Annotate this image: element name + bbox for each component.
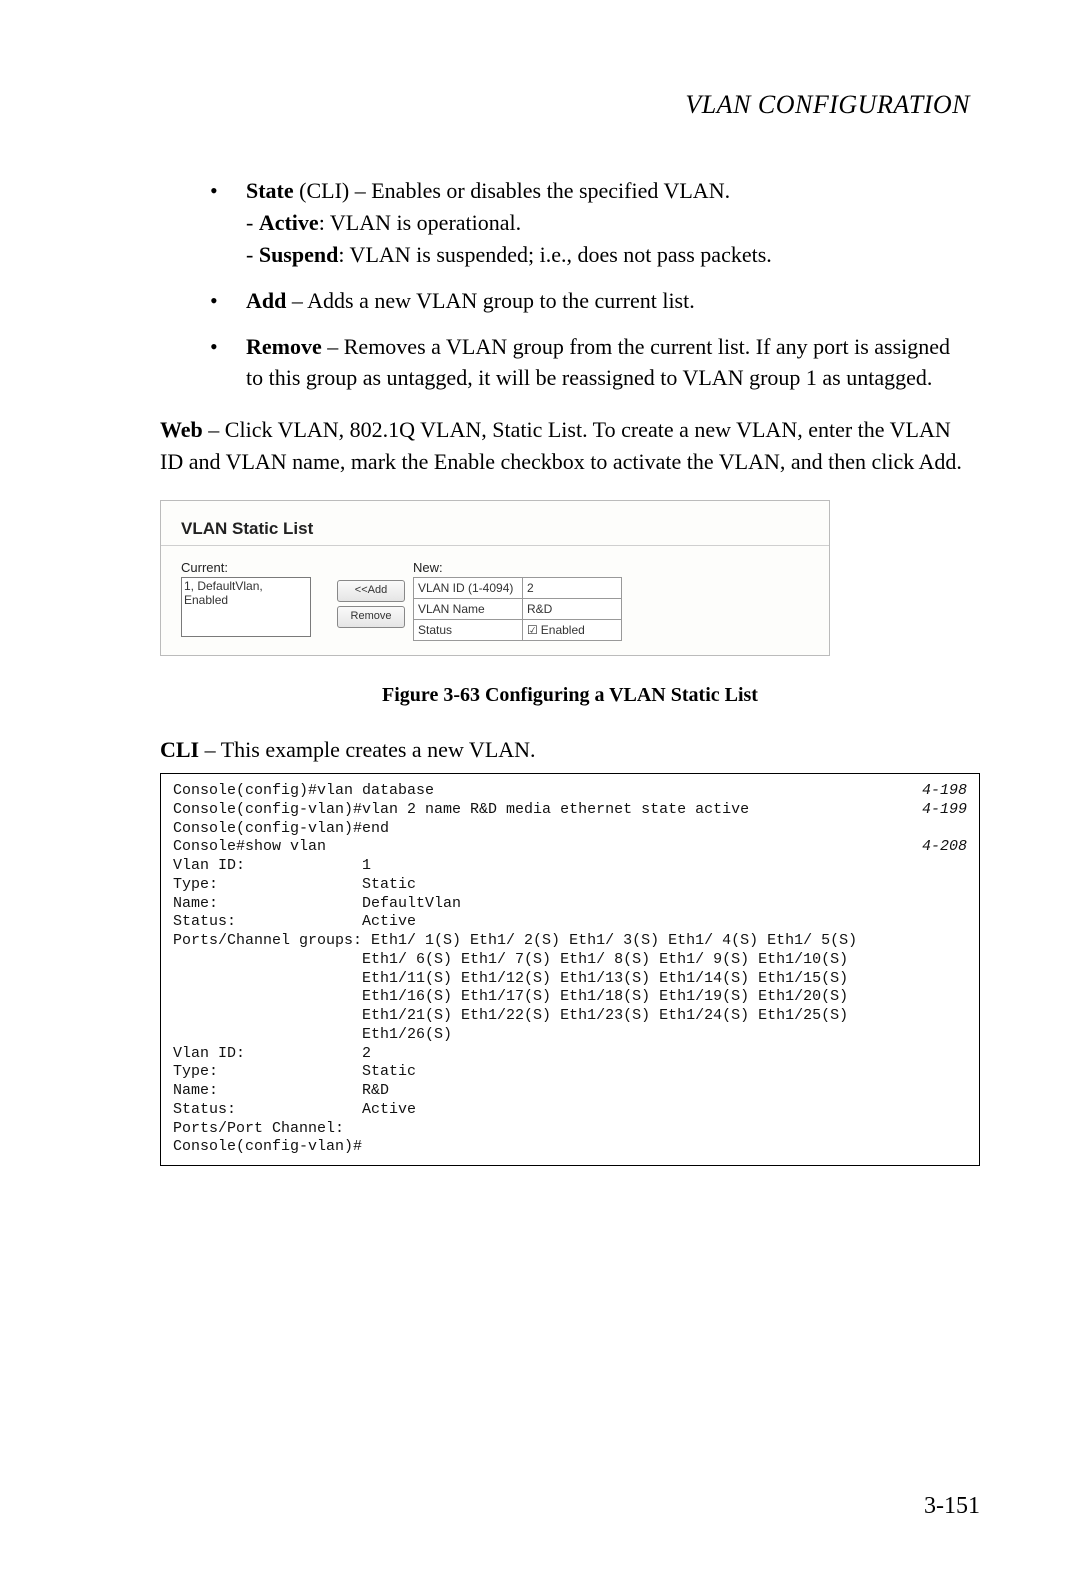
figure-title: VLAN Static List (181, 519, 809, 539)
remove-term: Remove (246, 334, 322, 359)
cli-lead: CLI (160, 737, 199, 762)
new-label: New: (413, 560, 809, 575)
cli-line: Console#show vlan (173, 838, 897, 857)
description-list: State (CLI) – Enables or disables the sp… (160, 175, 980, 394)
current-listbox[interactable]: 1, DefaultVlan, Enabled (181, 577, 311, 637)
cli-line: Eth1/ 6(S) Eth1/ 7(S) Eth1/ 8(S) Eth1/ 9… (173, 951, 967, 970)
cli-line: Eth1/26(S) (173, 1026, 967, 1045)
web-rest: – Click VLAN, 802.1Q VLAN, Static List. … (160, 417, 962, 474)
current-item[interactable]: 1, DefaultVlan, Enabled (184, 579, 308, 607)
add-term: Add (246, 288, 286, 313)
current-label: Current: (181, 560, 331, 575)
cli-line: Type: Static (173, 876, 967, 895)
bullet-remove: Remove – Removes a VLAN group from the c… (210, 331, 970, 395)
cli-line: Status: Active (173, 913, 967, 932)
add-button[interactable]: <<Add (337, 580, 405, 602)
state-term: State (246, 178, 294, 203)
cli-line: Eth1/16(S) Eth1/17(S) Eth1/18(S) Eth1/19… (173, 988, 967, 1007)
vlan-name-label: VLAN Name (414, 599, 523, 620)
vlan-id-input[interactable]: 2 (523, 578, 622, 599)
page-number: 3-151 (924, 1493, 980, 1520)
status-label: Status (414, 620, 523, 641)
active-term: Active (259, 210, 319, 235)
remove-button[interactable]: Remove (337, 606, 405, 628)
cli-line: Console(config)#vlan database (173, 782, 897, 801)
add-desc: – Adds a new VLAN group to the current l… (286, 288, 694, 313)
cli-line: Console(config-vlan)# (173, 1138, 967, 1157)
cli-line: Vlan ID: 2 (173, 1045, 967, 1064)
state-sub-active: - Active: VLAN is operational. (246, 207, 970, 239)
cli-line: Ports/Channel groups: Eth1/ 1(S) Eth1/ 2… (173, 932, 967, 951)
status-checkbox-icon[interactable]: ☑ (527, 623, 538, 637)
web-instructions: Web – Click VLAN, 802.1Q VLAN, Static Li… (160, 414, 970, 478)
cli-ref: 4-199 (897, 801, 967, 820)
cli-line: Eth1/21(S) Eth1/22(S) Eth1/23(S) Eth1/24… (173, 1007, 967, 1026)
remove-desc: – Removes a VLAN group from the current … (246, 334, 950, 391)
cli-line: Type: Static (173, 1063, 967, 1082)
cli-ref: 4-198 (897, 782, 967, 801)
cli-rest: – This example creates a new VLAN. (199, 737, 535, 762)
bullet-state: State (CLI) – Enables or disables the sp… (210, 175, 970, 271)
cli-line: Status: Active (173, 1101, 967, 1120)
cli-line: Console(config-vlan)#end (173, 820, 967, 839)
vlan-name-input[interactable]: R&D (523, 599, 622, 620)
suspend-desc: : VLAN is suspended; i.e., does not pass… (338, 242, 771, 267)
active-desc: : VLAN is operational. (319, 210, 521, 235)
cli-line: Vlan ID: 1 (173, 857, 967, 876)
cli-line: Name: R&D (173, 1082, 967, 1101)
vlan-id-label: VLAN ID (1-4094) (414, 578, 523, 599)
state-desc: (CLI) – Enables or disables the specifie… (294, 178, 730, 203)
suspend-term: Suspend (259, 242, 339, 267)
cli-ref: 4-208 (897, 838, 967, 857)
cli-line: Name: DefaultVlan (173, 895, 967, 914)
status-cell[interactable]: ☑Enabled (523, 620, 622, 641)
figure-panel: VLAN Static List Current: 1, DefaultVlan… (160, 500, 830, 656)
web-lead: Web (160, 417, 203, 442)
cli-line: Console(config-vlan)#vlan 2 name R&D med… (173, 801, 897, 820)
figure-caption: Figure 3-63 Configuring a VLAN Static Li… (160, 684, 980, 707)
status-enabled-text: Enabled (541, 623, 585, 637)
bullet-add: Add – Adds a new VLAN group to the curre… (210, 285, 970, 317)
cli-output: Console(config)#vlan database4-198Consol… (160, 773, 980, 1166)
page-header: VLAN CONFIGURATION (160, 90, 980, 120)
state-sub-suspend: - Suspend: VLAN is suspended; i.e., does… (246, 239, 970, 271)
cli-intro: CLI – This example creates a new VLAN. (160, 737, 980, 763)
cli-line: Eth1/11(S) Eth1/12(S) Eth1/13(S) Eth1/14… (173, 970, 967, 989)
cli-line: Ports/Port Channel: (173, 1120, 967, 1139)
